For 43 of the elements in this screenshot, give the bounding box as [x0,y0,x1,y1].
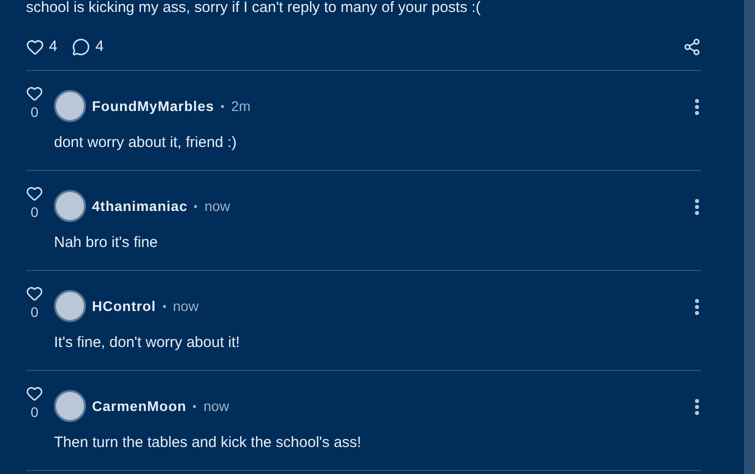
comment-text: Nah bro it's fine [54,234,159,252]
more-options-button[interactable] [693,299,701,315]
username: CarmenMoon [92,396,186,416]
more-icon [695,99,699,115]
more-icon [695,199,699,215]
like-count: 0 [30,104,38,120]
like-button[interactable]: 4 [26,36,58,58]
username: FoundMyMarbles [92,96,214,116]
more-icon [695,399,699,415]
like-count: 0 [30,204,38,220]
like-button[interactable] [26,185,43,202]
more-options-button[interactable] [693,99,701,115]
share-icon [683,38,701,56]
heart-icon [26,385,43,402]
comment-text: It's fine, don't worry about it! [54,334,241,352]
like-count: 0 [30,304,38,320]
more-options-button[interactable] [693,199,701,215]
avatar [54,290,86,322]
comment-text: dont worry about it, friend :) [54,134,238,152]
like-button[interactable] [26,85,43,102]
share-button[interactable] [683,38,701,56]
like-button[interactable] [26,385,43,402]
more-options-button[interactable] [693,399,701,415]
like-button[interactable] [26,285,43,302]
avatar [54,90,86,122]
heart-icon [26,285,43,302]
avatar [54,390,86,422]
more-icon [695,299,699,315]
heart-icon [26,38,44,56]
timestamp: now [203,396,230,416]
comment-button[interactable]: 4 [72,36,104,58]
speech-bubble-icon [72,38,90,56]
post-text: school is kicking my ass, sorry if I can't reply to many of your posts :( [26,0,482,18]
like-count: 0 [30,404,38,420]
timestamp: 2m [231,96,251,116]
username: 4thanimaniac [92,196,188,216]
timestamp: now [204,196,230,216]
avatar [54,190,86,222]
timestamp: now [172,296,199,316]
heart-icon [26,185,43,202]
comment-text: Then turn the tables and kick the school's ass! [54,434,362,452]
username: HControl [92,296,156,316]
heart-icon [26,85,43,102]
